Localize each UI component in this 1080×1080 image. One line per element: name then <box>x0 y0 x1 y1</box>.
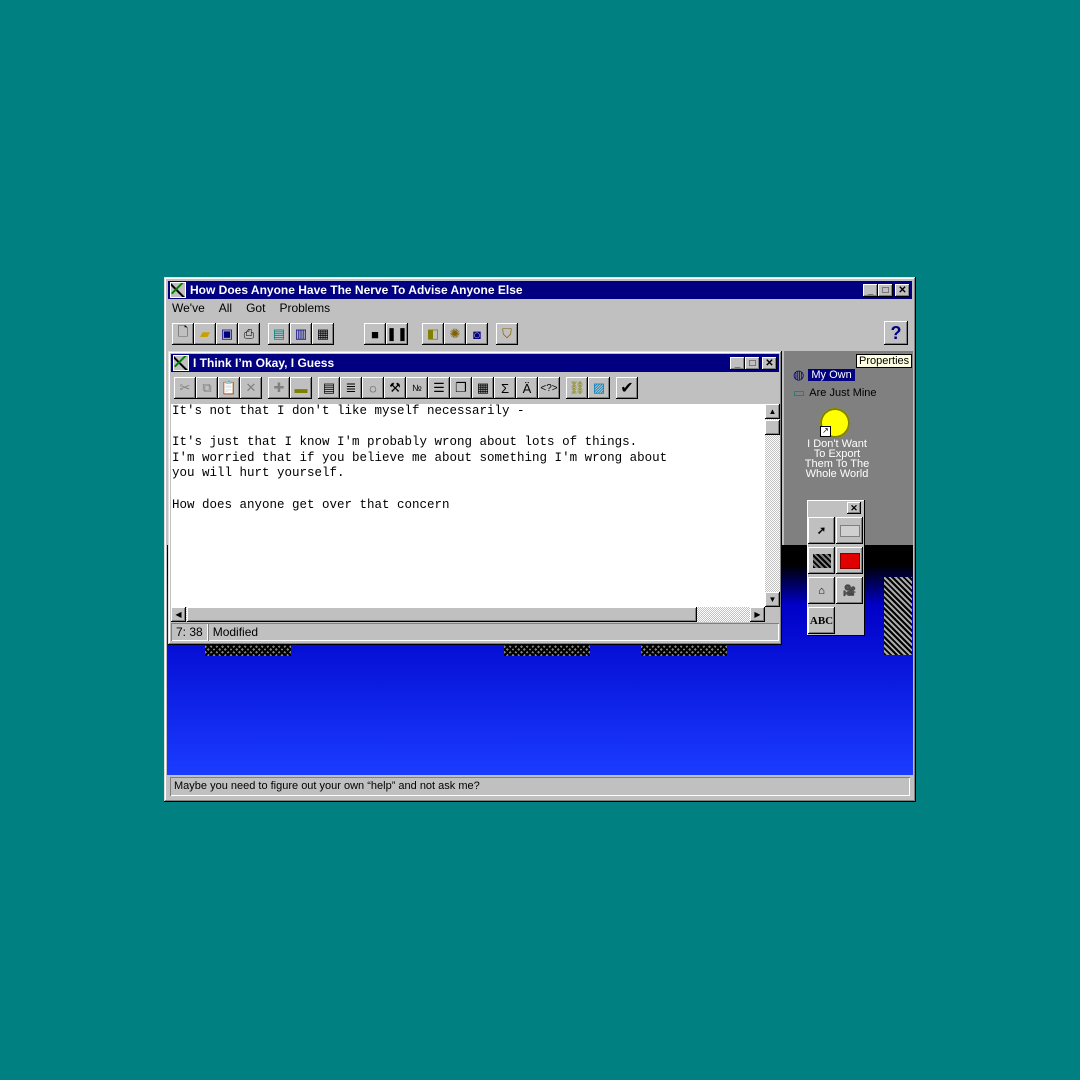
menu-bar: We've All Got Problems <box>170 301 332 319</box>
my-own-label: My Own <box>808 369 855 381</box>
numbering-icon[interactable]: № <box>406 377 428 399</box>
checkmark-icon[interactable]: ✔ <box>616 377 638 399</box>
scroll-corner <box>765 607 780 622</box>
chain-link-icon[interactable]: ⛓ <box>566 377 588 399</box>
image-icon[interactable]: ▨ <box>588 377 610 399</box>
doc-minimize-button[interactable]: _ <box>730 356 745 370</box>
tag-icon[interactable]: <?> <box>538 377 560 399</box>
doc-window-title: I Think I’m Okay, I Guess <box>193 356 335 370</box>
doc-maximize-button[interactable]: □ <box>745 356 760 370</box>
copy-icon[interactable]: ⧉ <box>196 377 218 399</box>
vertical-scrollbar[interactable]: ▲ ▼ <box>765 404 780 607</box>
shortcut-arrow-icon: ↗ <box>820 426 831 437</box>
properties-tooltip: Properties <box>856 354 913 368</box>
add-icon[interactable]: ✚ <box>268 377 290 399</box>
menu-weve[interactable]: We've <box>170 301 207 319</box>
doc-titlebar[interactable]: I Think I’m Okay, I Guess _ □ ✕ <box>171 354 779 372</box>
text-editor[interactable]: It's not that I don't like myself necess… <box>171 404 765 607</box>
network-globe-icon: ◍ <box>793 367 805 382</box>
cut-icon[interactable]: ✂ <box>174 377 196 399</box>
scroll-right-icon[interactable]: ▶ <box>750 607 765 622</box>
doc-close-button[interactable]: ✕ <box>762 356 777 370</box>
main-toolbar: 🗋 ▰ ▣ ⎙ ▤ ▥ ▦ ■ ❚❚ ◧ ✺ ◙ ⛉ <box>172 323 518 345</box>
arrow-pointer-icon[interactable]: ➚ <box>808 517 835 544</box>
scroll-down-icon[interactable]: ▼ <box>765 592 780 607</box>
windows-icon[interactable]: ❐ <box>450 377 472 399</box>
document-window: I Think I’m Okay, I Guess _ □ ✕ ✂ ⧉ 📋 ✕ … <box>168 351 782 645</box>
video-camera-icon[interactable]: 🎥 <box>836 577 863 604</box>
sigma-icon[interactable]: Σ <box>494 377 516 399</box>
stop-icon[interactable]: ■ <box>364 323 386 345</box>
hatch-decoration <box>884 577 912 655</box>
menu-got[interactable]: Got <box>244 301 267 319</box>
hatch-decoration <box>205 645 291 656</box>
hammer-icon[interactable]: ⚒ <box>384 377 406 399</box>
help-book-icon[interactable]: ◙ <box>466 323 488 345</box>
hatch-decoration <box>504 645 590 656</box>
doc-statusbar: 7: 38 Modified <box>171 623 779 641</box>
cursor-position: 7: 38 <box>171 623 208 641</box>
close-button[interactable]: ✕ <box>895 283 910 297</box>
doc-toolbar: ✂ ⧉ 📋 ✕ ✚ ▬ ▤ ≣ ◌ ⚒ № ☰ ❐ ▦ Σ Ä <?> ⛓ ▨ … <box>174 377 638 399</box>
list-icon[interactable]: ☰ <box>428 377 450 399</box>
align-text-icon[interactable]: ≣ <box>340 377 362 399</box>
export-label: I Don't Want To Export Them To The Whole… <box>804 438 870 480</box>
print-icon[interactable]: ⎙ <box>238 323 260 345</box>
find-computer-icon[interactable]: ▥ <box>290 323 312 345</box>
hscroll-thumb[interactable] <box>187 607 697 622</box>
maximize-button[interactable]: □ <box>878 283 893 297</box>
monitor-icon: ▭ <box>793 385 806 400</box>
shield-icon[interactable]: ⛉ <box>496 323 518 345</box>
menu-all[interactable]: All <box>217 301 234 319</box>
table-icon[interactable]: ▦ <box>472 377 494 399</box>
main-window-title: How Does Anyone Have The Nerve To Advise… <box>190 283 523 297</box>
scroll-up-icon[interactable]: ▲ <box>765 404 780 419</box>
text-tool-button[interactable]: ABC <box>808 607 835 634</box>
save-disk-icon[interactable]: ▣ <box>216 323 238 345</box>
modified-state: Modified <box>208 623 779 641</box>
help-question-icon[interactable]: ? <box>884 321 908 345</box>
doc-app-icon <box>173 355 189 371</box>
new-file-icon[interactable]: 🗋 <box>172 323 194 345</box>
picture-frame-icon[interactable]: ⌂ <box>808 577 835 604</box>
tool-palette: ✕ ➚ ⌂ 🎥 ABC <box>807 500 865 636</box>
app-icon <box>170 282 186 298</box>
pattern-fill-icon[interactable] <box>808 547 835 574</box>
paste-icon[interactable]: 📋 <box>218 377 240 399</box>
special-char-icon[interactable]: Ä <box>516 377 538 399</box>
scroll-left-icon[interactable]: ◀ <box>171 607 186 622</box>
scroll-thumb[interactable] <box>765 420 780 435</box>
main-titlebar[interactable]: How Does Anyone Have The Nerve To Advise… <box>168 281 912 299</box>
minimize-button[interactable]: _ <box>863 283 878 297</box>
network-icon[interactable]: ✺ <box>444 323 466 345</box>
are-just-mine-shortcut[interactable]: ▭ Are Just Mine <box>793 385 877 401</box>
properties-icon[interactable]: ▦ <box>312 323 334 345</box>
red-fill-icon[interactable] <box>836 547 863 574</box>
computer-icon[interactable]: ▤ <box>268 323 290 345</box>
main-statusbar: Maybe you need to figure out your own “h… <box>170 777 910 796</box>
document-icon[interactable]: ▤ <box>318 377 340 399</box>
my-own-shortcut[interactable]: ◍ My Own <box>793 367 855 383</box>
horizontal-scrollbar[interactable]: ◀ ▶ <box>171 607 765 622</box>
folder-tree-icon[interactable]: ◧ <box>422 323 444 345</box>
palette-close-button[interactable]: ✕ <box>847 502 861 514</box>
rectangle-tool-icon[interactable] <box>836 517 863 544</box>
are-just-mine-label: Are Just Mine <box>809 387 877 399</box>
pause-icon[interactable]: ❚❚ <box>386 323 408 345</box>
menu-problems[interactable]: Problems <box>277 301 332 319</box>
lasso-icon[interactable]: ◌ <box>362 377 384 399</box>
delete-icon[interactable]: ✕ <box>240 377 262 399</box>
hatch-decoration <box>641 645 727 656</box>
open-folder-icon[interactable]: ▰ <box>194 323 216 345</box>
subtract-icon[interactable]: ▬ <box>290 377 312 399</box>
